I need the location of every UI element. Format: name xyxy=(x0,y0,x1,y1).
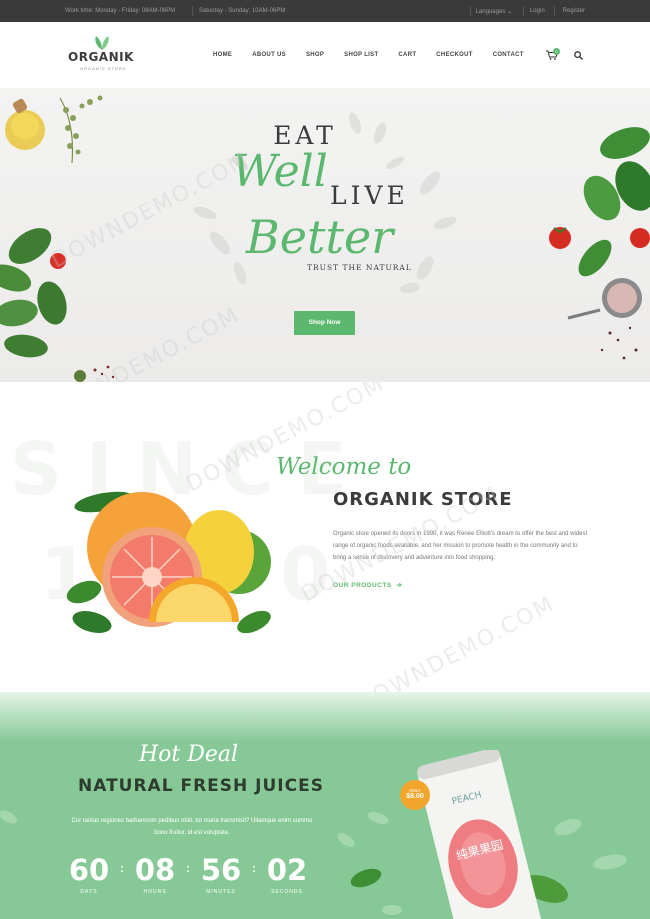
top-bar-links: Languages ⌄ Login Register xyxy=(476,8,585,15)
hero-headline-better: Better xyxy=(246,210,394,264)
badge-price: $8.00 xyxy=(406,793,424,800)
countdown-label: HOURS xyxy=(143,889,167,895)
top-bar: Work time: Monday - Friday: 08AM-06PM Sa… xyxy=(0,0,650,22)
brand-logo[interactable]: ORGANIK ORGANIC STORE xyxy=(68,36,138,76)
languages-label: Languages xyxy=(475,9,506,15)
weekend-hours: Saturday - Sunday: 10AM-06PM xyxy=(198,8,286,14)
weekday-hours: Work time: Monday - Friday: 08AM-06PM xyxy=(65,8,176,14)
divider xyxy=(470,6,471,16)
brand-name: ORGANIK xyxy=(68,50,134,64)
shop-now-button[interactable]: Shop Now xyxy=(294,311,355,335)
countdown-minutes: 56 MINUTES xyxy=(198,854,244,895)
countdown-value: 60 xyxy=(68,853,110,887)
countdown-timer: 60 DAYS : 08 HOURS : 56 MINUTES : 02 SEC… xyxy=(66,854,310,895)
countdown-label: MINUTES xyxy=(206,889,236,895)
countdown-value: 02 xyxy=(266,853,308,887)
watermark: DOWNDEMO.COM xyxy=(352,591,560,692)
citrus-fruits-image xyxy=(66,491,271,634)
login-link[interactable]: Login xyxy=(530,8,545,15)
deal-title: NATURAL FRESH JUICES xyxy=(78,776,324,796)
countdown-value: 56 xyxy=(200,853,242,887)
arrow-right-icon: ➔ xyxy=(394,582,403,589)
price-badge: ONLY $8.00 xyxy=(400,780,430,810)
working-hours: Work time: Monday - Friday: 08AM-06PM Sa… xyxy=(65,8,293,14)
brand-tagline: ORGANIC STORE xyxy=(80,66,127,71)
countdown-label: SECONDS xyxy=(271,889,303,895)
languages-dropdown[interactable]: Languages ⌄ xyxy=(476,8,512,15)
main-nav: HOME ABOUT US SHOP SHOP LIST CART CHECKO… xyxy=(213,52,524,58)
countdown-label: DAYS xyxy=(80,889,98,895)
nav-about-us[interactable]: ABOUT US xyxy=(252,52,286,58)
search-icon[interactable] xyxy=(574,51,583,60)
countdown-days: 60 DAYS xyxy=(66,854,112,895)
nav-home[interactable]: HOME xyxy=(213,52,232,58)
juice-can-image: PEACH 纯果果园 xyxy=(417,750,542,919)
divider xyxy=(192,6,193,16)
nav-shop-list[interactable]: SHOP LIST xyxy=(344,52,378,58)
hero-tagline: TRUST THE NATURAL xyxy=(307,263,412,272)
register-link[interactable]: Register xyxy=(563,8,585,15)
welcome-script-title: Welcome to xyxy=(276,454,412,480)
nav-cart[interactable]: CART xyxy=(398,52,416,58)
countdown-seconds: 02 SECONDS xyxy=(264,854,310,895)
site-header: ORGANIK ORGANIC STORE HOME ABOUT US SHOP… xyxy=(0,22,650,88)
hot-deal-script-title: Hot Deal xyxy=(139,742,239,767)
cart-count-badge: 0 xyxy=(553,48,560,55)
nav-contact[interactable]: CONTACT xyxy=(493,52,524,58)
about-section: SINCE 1990 Welcome to ORGANIK STORE Orga… xyxy=(0,382,650,692)
countdown-hours: 08 HOURS xyxy=(132,854,178,895)
leaf-logo-icon xyxy=(95,36,109,50)
countdown-separator: : xyxy=(120,861,124,875)
hero-banner: EAT Well LIVE Better TRUST THE NATURAL S… xyxy=(0,88,650,382)
nav-shop[interactable]: SHOP xyxy=(306,52,324,58)
countdown-value: 08 xyxy=(134,853,176,887)
countdown-separator: : xyxy=(252,861,256,875)
hot-deal-section: Hot Deal NATURAL FRESH JUICES Cur tantas… xyxy=(0,692,650,919)
chevron-down-icon: ⌄ xyxy=(506,9,512,15)
countdown-separator: : xyxy=(186,861,190,875)
nav-checkout[interactable]: CHECKOUT xyxy=(436,52,472,58)
deal-description: Cur tantas regiones barbarorum pedibus o… xyxy=(71,818,313,836)
hero-headline-live: LIVE xyxy=(330,181,409,210)
